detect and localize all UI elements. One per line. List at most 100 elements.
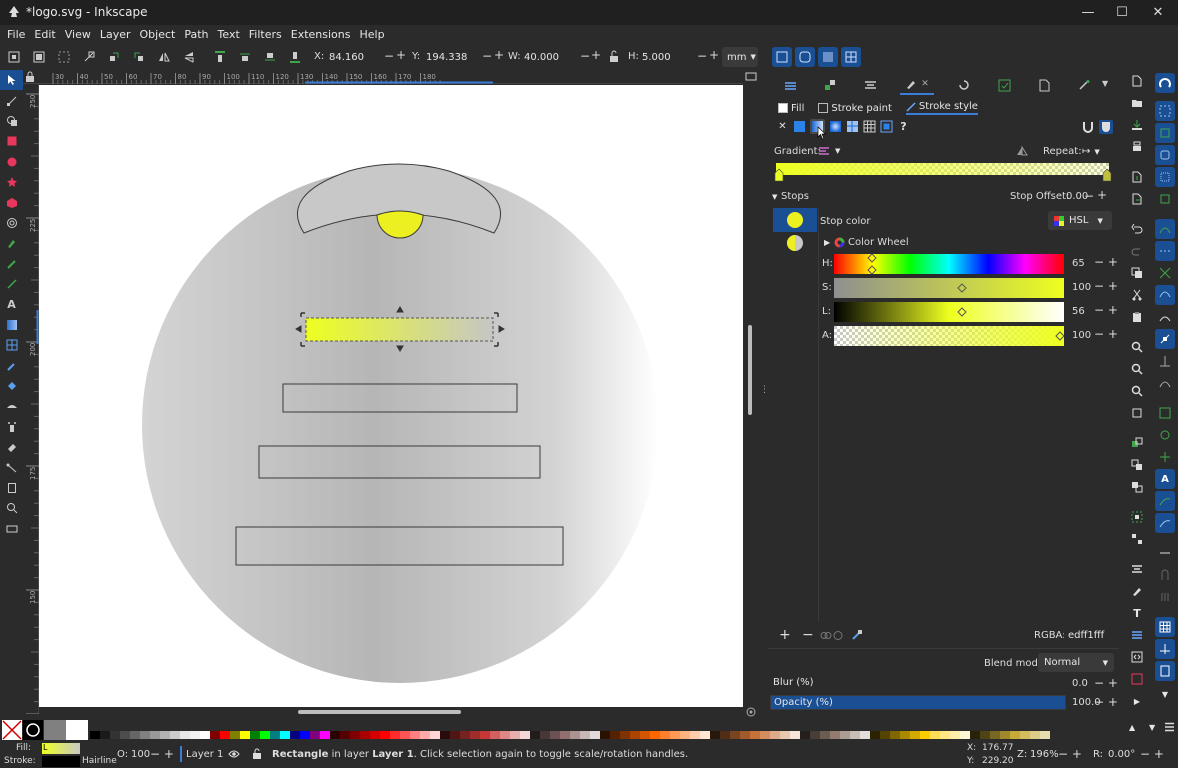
palette-swatch[interactable] (500, 731, 510, 739)
pen-tool-icon[interactable] (0, 233, 23, 253)
palette-swatch[interactable] (100, 731, 110, 739)
snap-path-icon[interactable] (1155, 241, 1175, 261)
palette-swatch[interactable] (630, 731, 640, 739)
measure-tool-icon[interactable] (0, 519, 23, 539)
palette-swatch[interactable] (170, 731, 180, 739)
palette-swatch[interactable] (730, 731, 740, 739)
blend-mode-select[interactable]: Normal ▼ (1038, 653, 1114, 672)
palette-swatch[interactable] (710, 731, 720, 739)
palette-swatch[interactable] (740, 731, 750, 739)
palette-swatch[interactable] (680, 731, 690, 739)
x-decrement-button[interactable]: − (384, 49, 394, 63)
palette-swatch[interactable] (770, 731, 780, 739)
fill-rule-nonzero-icon[interactable] (1099, 120, 1113, 134)
tweak-tool-icon[interactable] (0, 396, 23, 416)
node-tool-icon[interactable] (0, 90, 23, 110)
palette-swatch[interactable] (590, 731, 600, 739)
rotate-cw-icon[interactable] (131, 49, 147, 65)
unlink-clone-icon[interactable] (1126, 476, 1148, 498)
snap-path-intersection-icon[interactable] (1155, 263, 1175, 283)
palette-swatch[interactable] (670, 731, 680, 739)
pencil-tool-icon[interactable] (0, 254, 23, 274)
palette-swatch[interactable] (420, 731, 430, 739)
open-document-icon[interactable] (1126, 92, 1148, 114)
tab-stroke-paint[interactable]: Stroke paint (818, 103, 892, 114)
copy-icon[interactable] (1126, 262, 1148, 284)
palette-swatch[interactable] (260, 731, 270, 739)
lock-ratio-icon[interactable] (608, 50, 620, 63)
palette-scroll-down-icon[interactable]: ▼ (1149, 723, 1155, 732)
palette-swatch[interactable] (200, 731, 210, 739)
hue-stepper[interactable]: − + (1094, 255, 1118, 269)
snap-smooth-nodes-icon[interactable] (1155, 307, 1175, 327)
opacity-status-stepper[interactable]: − + (150, 747, 174, 761)
reverse-gradient-icon[interactable] (1016, 146, 1028, 156)
preferences-icon[interactable] (1126, 668, 1148, 690)
lightness-value[interactable]: 56 (1072, 306, 1085, 317)
stop-options-icon[interactable] (820, 630, 844, 641)
palette-swatch[interactable] (970, 731, 980, 739)
pages-tool-icon[interactable] (0, 478, 23, 498)
selected-gradient-rectangle[interactable] (305, 317, 494, 342)
palette-swatch[interactable] (430, 731, 440, 739)
snap-guide-icon[interactable] (1155, 513, 1175, 533)
calligraphy-tool-icon[interactable] (0, 274, 23, 294)
snap-perpendicular-icon[interactable] (1155, 351, 1175, 371)
radial-gradient-icon[interactable] (829, 120, 842, 133)
palette-swatch[interactable] (240, 731, 250, 739)
lightness-slider[interactable] (834, 302, 1064, 322)
palette-swatch[interactable] (850, 731, 860, 739)
lightness-stepper[interactable]: − + (1094, 303, 1118, 317)
w-increment-button[interactable]: + (591, 48, 601, 62)
hue-value[interactable]: 65 (1072, 258, 1085, 269)
palette-swatch[interactable] (830, 731, 840, 739)
palette-swatch[interactable] (540, 731, 550, 739)
palette-swatch[interactable] (950, 731, 960, 739)
palette-swatch[interactable] (340, 731, 350, 739)
recent-swatch-gray[interactable] (44, 720, 66, 740)
print-icon[interactable] (1126, 136, 1148, 158)
document-properties-dialog-icon[interactable] (1034, 75, 1054, 95)
color-mode-select[interactable]: HSL ▼ (1048, 211, 1112, 230)
eraser-tool-icon[interactable] (0, 437, 23, 457)
stop-offset-decrement-button[interactable]: − (1084, 189, 1094, 203)
tab-fill[interactable]: Fill (778, 103, 804, 114)
stop-item[interactable] (773, 232, 817, 254)
menu-extensions[interactable]: Extensions (291, 28, 351, 41)
palette-swatch[interactable] (270, 731, 280, 739)
alpha-value[interactable]: 100 (1072, 330, 1091, 341)
zoom-tool-icon[interactable] (0, 498, 23, 518)
palette-swatch[interactable] (990, 731, 1000, 739)
fill-stroke-dialog-icon[interactable]: ✕ (900, 75, 934, 95)
palette-swatch[interactable] (450, 731, 460, 739)
snap-margins-icon[interactable] (1155, 587, 1175, 607)
align-distribute-icon[interactable] (1126, 558, 1148, 580)
3d-box-tool-icon[interactable] (0, 192, 23, 212)
palette-swatch[interactable] (1010, 731, 1020, 739)
no-paint-swatch[interactable] (2, 720, 22, 740)
y-field[interactable]: 194.338 (422, 48, 480, 66)
palette-swatch[interactable] (510, 731, 520, 739)
mesh-gradient-icon[interactable] (846, 120, 859, 133)
flat-color-icon[interactable] (793, 120, 806, 133)
raise-icon[interactable] (237, 49, 253, 65)
horizontal-ruler[interactable]: 30 40 50 60 70 80 90 100 110 120 130 140 150 160 170 18… (23, 70, 743, 84)
stops-expander-icon[interactable]: ▼ (772, 193, 777, 201)
palette-menu-icon[interactable] (1164, 722, 1175, 732)
palette-swatch[interactable] (690, 731, 700, 739)
palette-swatch[interactable] (810, 731, 820, 739)
palette-swatch[interactable] (190, 731, 200, 739)
rotation-stepper[interactable]: − + (1140, 747, 1164, 761)
palette-swatch[interactable] (90, 731, 100, 739)
ellipse-tool-icon[interactable] (0, 152, 23, 172)
close-button[interactable]: ✕ (1140, 0, 1176, 25)
snap-page-border-icon[interactable] (1155, 543, 1175, 563)
spray-tool-icon[interactable] (0, 417, 23, 437)
palette-swatch[interactable] (530, 731, 540, 739)
palette-swatch[interactable] (370, 731, 380, 739)
alpha-stepper[interactable]: − + (1094, 327, 1118, 341)
menu-file[interactable]: File (7, 28, 25, 41)
duplicate-icon[interactable] (1126, 432, 1148, 454)
move-gradients-toggle-icon[interactable] (818, 47, 838, 67)
snap-line-midpoint-icon[interactable] (1155, 329, 1175, 349)
